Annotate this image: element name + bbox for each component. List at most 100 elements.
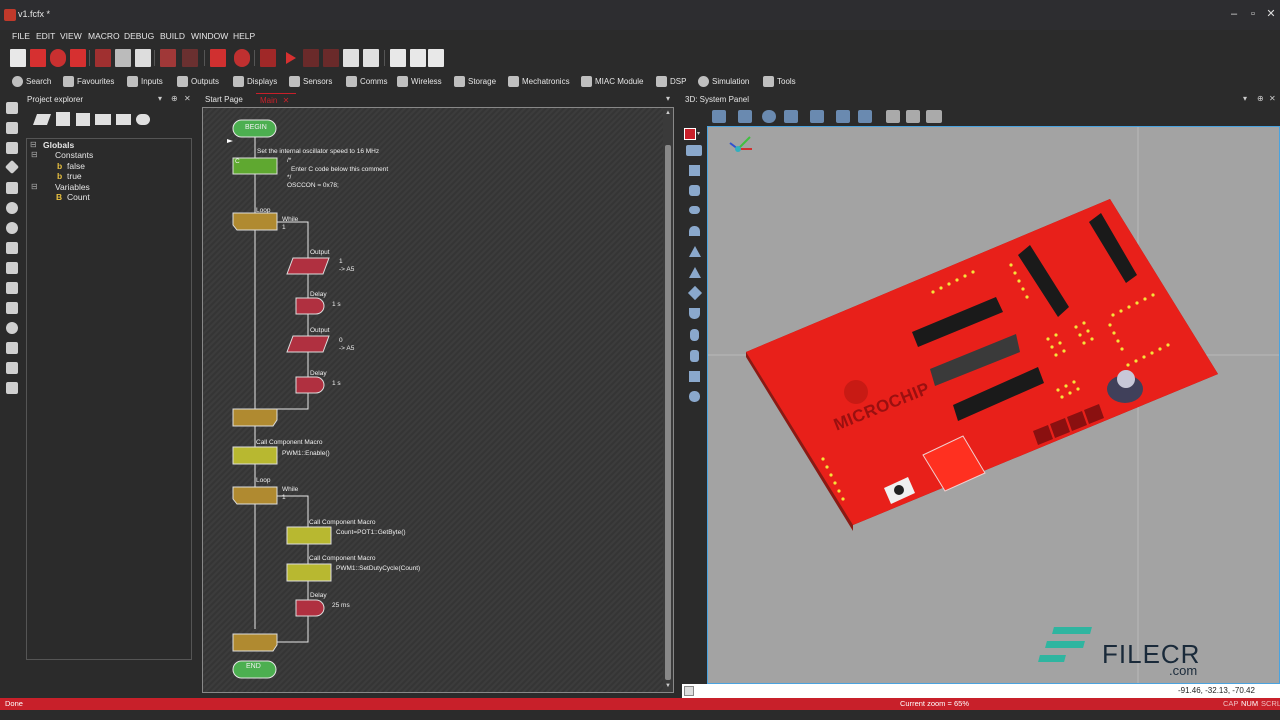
- loop-end-block[interactable]: [232, 633, 278, 652]
- comment-icon[interactable]: [6, 342, 18, 354]
- delay-block[interactable]: [295, 297, 325, 315]
- maximize-icon[interactable]: ▫: [1245, 6, 1261, 22]
- calculation-icon[interactable]: [6, 222, 18, 234]
- c-code-icon[interactable]: [390, 49, 406, 67]
- fit-view-icon[interactable]: [836, 110, 850, 123]
- cat-tools[interactable]: Tools: [763, 73, 796, 89]
- flowchart-canvas[interactable]: BEGIN END C Set the internal oscillator …: [203, 108, 663, 692]
- delay-block[interactable]: [295, 376, 325, 394]
- tree-const-false[interactable]: false: [67, 161, 85, 171]
- cat-search[interactable]: Search: [12, 73, 51, 89]
- paste-icon[interactable]: [135, 49, 151, 67]
- tree-constants[interactable]: Constants: [55, 150, 93, 160]
- menu-window[interactable]: WINDOW: [191, 31, 228, 41]
- redo-icon[interactable]: [182, 49, 198, 67]
- menu-debug[interactable]: DEBUG: [124, 31, 154, 41]
- menu-macro[interactable]: MACRO: [88, 31, 120, 41]
- cat-comms[interactable]: Comms: [346, 73, 388, 89]
- cube-icon[interactable]: [858, 110, 872, 123]
- pin-icon[interactable]: ⊕: [1257, 94, 1264, 103]
- help-icon[interactable]: [234, 49, 250, 67]
- cat-dsp[interactable]: DSP: [656, 73, 686, 89]
- 3d-viewport[interactable]: MICROCHIP FILECR .com: [707, 126, 1280, 684]
- shield-icon[interactable]: [689, 308, 700, 319]
- main-icon[interactable]: [56, 112, 70, 126]
- cylinder-icon[interactable]: [690, 329, 699, 341]
- pointer-icon[interactable]: [712, 110, 726, 123]
- dropdown-icon[interactable]: ▾: [158, 94, 162, 103]
- probe-icon[interactable]: [906, 110, 920, 123]
- box-shape-icon[interactable]: [689, 165, 700, 176]
- cone-icon[interactable]: [689, 267, 701, 278]
- gear-shape-icon[interactable]: [689, 391, 700, 402]
- stop-icon[interactable]: [323, 49, 339, 67]
- collapse-icon[interactable]: ⊟: [30, 140, 37, 149]
- cut-icon[interactable]: [95, 49, 111, 67]
- chip-icon[interactable]: [260, 49, 276, 67]
- scroll-up-icon[interactable]: ▲: [665, 110, 671, 116]
- cat-inputs[interactable]: Inputs: [127, 73, 163, 89]
- dropdown-icon[interactable]: ▾: [697, 130, 700, 137]
- component-macro-block[interactable]: [286, 563, 332, 582]
- delay-icon[interactable]: [6, 142, 18, 154]
- camera-icon[interactable]: [810, 110, 824, 123]
- dome-icon[interactable]: [689, 226, 700, 236]
- tree-globals[interactable]: Globals: [43, 140, 74, 150]
- component-macro-icon[interactable]: [6, 282, 18, 294]
- undo-icon[interactable]: [160, 49, 176, 67]
- delay-block[interactable]: [295, 599, 325, 617]
- macros-icon[interactable]: [76, 113, 90, 126]
- tube-icon[interactable]: [690, 350, 699, 362]
- pin-icon[interactable]: ⊕: [171, 94, 178, 103]
- rotate-icon[interactable]: [762, 110, 776, 123]
- tree-var-count[interactable]: Count: [67, 192, 90, 202]
- globals-icon[interactable]: [32, 114, 52, 125]
- pan-icon[interactable]: [738, 110, 752, 123]
- switch-icon[interactable]: [6, 182, 18, 194]
- cat-sensors[interactable]: Sensors: [289, 73, 332, 89]
- scroll-down-icon[interactable]: ▼: [665, 683, 671, 689]
- step-over-icon[interactable]: [363, 49, 379, 67]
- color-swatch[interactable]: [684, 128, 696, 140]
- loop-icon[interactable]: [6, 242, 18, 254]
- simulation-icon[interactable]: [6, 322, 18, 334]
- pyramid-icon[interactable]: [689, 246, 701, 257]
- settings-icon[interactable]: [926, 110, 942, 123]
- output-icon[interactable]: [6, 122, 18, 134]
- step-into-icon[interactable]: [343, 49, 359, 67]
- ports-icon[interactable]: [116, 114, 131, 125]
- close-panel-icon[interactable]: ✕: [184, 94, 191, 103]
- connection-icon[interactable]: [6, 202, 18, 214]
- loop-start-block[interactable]: [232, 486, 278, 505]
- components-icon[interactable]: [95, 114, 111, 125]
- loop-end-block[interactable]: [232, 408, 278, 427]
- copy-icon[interactable]: [115, 49, 131, 67]
- output-block[interactable]: [286, 335, 330, 353]
- close-tab-icon[interactable]: ✕: [283, 96, 290, 105]
- menu-help[interactable]: HELP: [233, 31, 255, 41]
- loop-start-block[interactable]: [232, 212, 278, 231]
- tree-const-true[interactable]: true: [67, 171, 82, 181]
- disc-icon[interactable]: [689, 206, 700, 214]
- print-icon[interactable]: [210, 49, 226, 67]
- menu-build[interactable]: BUILD: [160, 31, 185, 41]
- run-icon[interactable]: [286, 52, 296, 64]
- collapse-icon[interactable]: ⊟: [31, 150, 38, 159]
- component-macro-block[interactable]: [232, 446, 278, 465]
- refresh-icon[interactable]: [50, 49, 66, 67]
- cat-outputs[interactable]: Outputs: [177, 73, 219, 89]
- grid-toggle-icon[interactable]: [684, 686, 694, 696]
- rounded-box-icon[interactable]: [689, 185, 700, 196]
- menu-view[interactable]: VIEW: [60, 31, 82, 41]
- cat-storage[interactable]: Storage: [454, 73, 496, 89]
- cat-displays[interactable]: Displays: [233, 73, 277, 89]
- bracket-icon[interactable]: [6, 382, 18, 394]
- input-icon[interactable]: [6, 102, 18, 114]
- new-file-icon[interactable]: [10, 49, 26, 67]
- cat-favourites[interactable]: Favourites: [63, 73, 114, 89]
- wrench-icon[interactable]: [886, 110, 900, 123]
- cat-mechatronics[interactable]: Mechatronics: [508, 73, 570, 89]
- collapse-icon[interactable]: ⊟: [31, 182, 38, 191]
- tab-main[interactable]: Main ✕: [256, 93, 296, 106]
- tree-variables[interactable]: Variables: [55, 182, 90, 192]
